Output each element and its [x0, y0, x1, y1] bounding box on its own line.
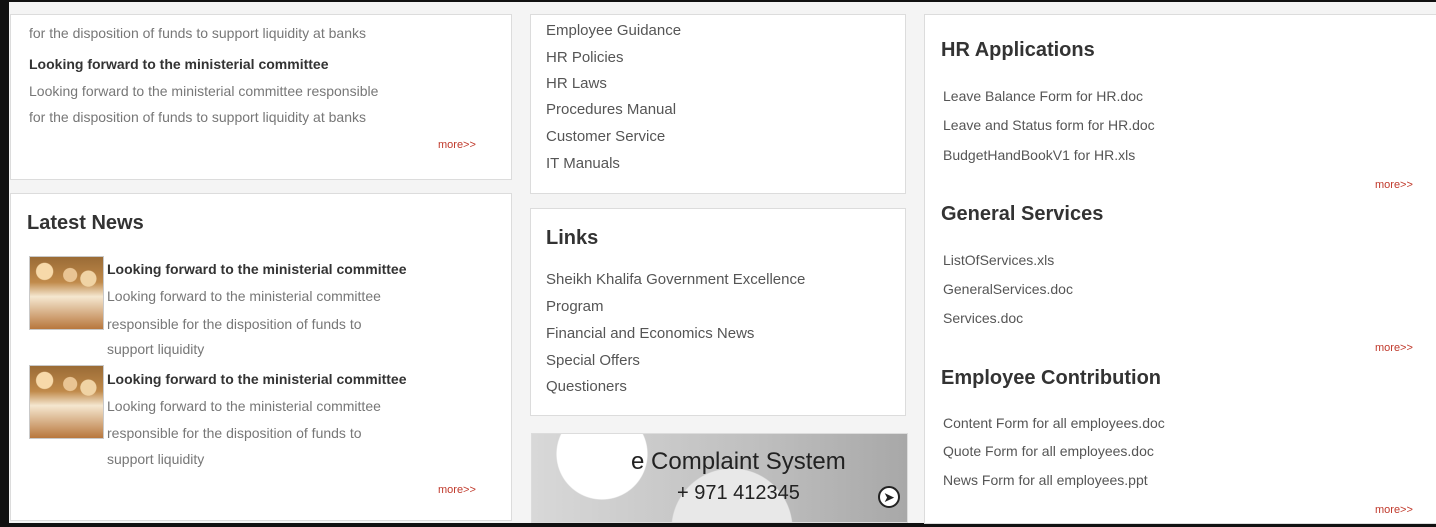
document-link[interactable]: Quote Form for all employees.doc	[943, 443, 1154, 459]
news-headline[interactable]: Looking forward to the ministerial commi…	[107, 260, 406, 278]
news-text-line: for the disposition of funds to support …	[29, 25, 366, 41]
links-item[interactable]: Sheikh Khalifa Government Excellence	[546, 271, 805, 288]
guides-panel: Employee Guidance HR Policies HR Laws Pr…	[530, 14, 906, 194]
news-desc-line: support liquidity	[107, 341, 205, 357]
news-desc-line: for the disposition of funds to support …	[29, 109, 366, 125]
links-item[interactable]: Financial and Economics News	[546, 325, 754, 342]
more-link[interactable]: more>>	[1375, 342, 1413, 354]
news-headline[interactable]: Looking forward to the ministerial commi…	[107, 370, 406, 388]
links-title: Links	[546, 227, 599, 249]
more-link[interactable]: more>>	[1375, 179, 1413, 191]
hr-applications-title: HR Applications	[941, 39, 1095, 61]
links-item[interactable]: Questioners	[546, 378, 627, 395]
employee-contribution-title: Employee Contribution	[941, 367, 1161, 389]
news-thumbnail[interactable]	[29, 365, 104, 439]
news-headline[interactable]: Looking forward to the ministerial commi…	[29, 55, 328, 73]
latest-news-title: Latest News	[27, 212, 144, 234]
links-item[interactable]: Special Offers	[546, 352, 640, 369]
top-news-panel: for the disposition of funds to support …	[10, 14, 512, 180]
news-desc-line: Looking forward to the ministerial commi…	[107, 398, 381, 414]
news-desc-line: Looking forward to the ministerial commi…	[29, 83, 379, 99]
latest-news-panel: Latest News Looking forward to the minis…	[10, 193, 512, 521]
document-link[interactable]: News Form for all employees.ppt	[943, 472, 1148, 488]
banner-phone: + 971 412345	[677, 482, 800, 504]
document-link[interactable]: Leave and Status form for HR.doc	[943, 117, 1155, 133]
guide-link[interactable]: Procedures Manual	[546, 101, 676, 118]
news-desc-line: support liquidity	[107, 451, 205, 467]
documents-panel: HR Applications Leave Balance Form for H…	[924, 14, 1436, 524]
document-link[interactable]: Content Form for all employees.doc	[943, 415, 1165, 431]
guide-link[interactable]: Employee Guidance	[546, 22, 681, 39]
guide-link[interactable]: Customer Service	[546, 128, 665, 145]
news-desc-line: responsible for the disposition of funds…	[107, 316, 362, 332]
document-link[interactable]: GeneralServices.doc	[943, 281, 1073, 297]
guide-link[interactable]: HR Laws	[546, 75, 607, 92]
links-panel: Links Sheikh Khalifa Government Excellen…	[530, 208, 906, 416]
document-link[interactable]: ListOfServices.xls	[943, 252, 1054, 268]
guide-link[interactable]: IT Manuals	[546, 155, 620, 172]
guide-link[interactable]: HR Policies	[546, 49, 624, 66]
general-services-title: General Services	[941, 203, 1104, 225]
news-thumbnail[interactable]	[29, 256, 104, 330]
document-link[interactable]: Services.doc	[943, 310, 1023, 326]
document-link[interactable]: BudgetHandBookV1 for HR.xls	[943, 147, 1135, 163]
links-item[interactable]: Program	[546, 298, 604, 315]
banner-title: e Complaint System	[631, 448, 846, 475]
complaint-banner[interactable]: e Complaint System + 971 412345 ➤	[531, 433, 908, 523]
document-link[interactable]: Leave Balance Form for HR.doc	[943, 88, 1143, 104]
news-desc-line: Looking forward to the ministerial commi…	[107, 288, 381, 304]
more-link[interactable]: more>>	[438, 484, 476, 496]
arrow-right-icon[interactable]: ➤	[878, 486, 900, 508]
news-desc-line: responsible for the disposition of funds…	[107, 425, 362, 441]
more-link[interactable]: more>>	[1375, 504, 1413, 516]
more-link[interactable]: more>>	[438, 139, 476, 151]
